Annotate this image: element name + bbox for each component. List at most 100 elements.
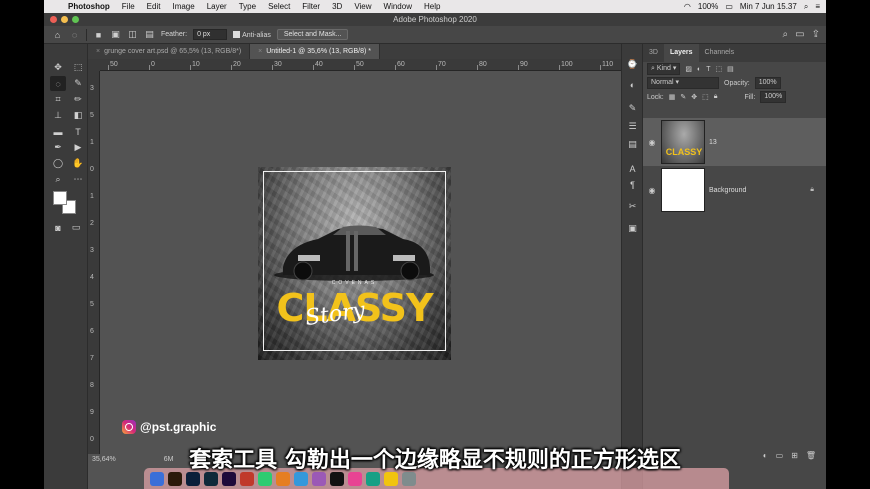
lock-position-icon[interactable]: ✥ (691, 93, 697, 101)
filter-smart-icon[interactable]: ▤ (727, 65, 734, 73)
path-select-tool-icon[interactable]: ▶ (70, 140, 86, 155)
menu-window[interactable]: Window (378, 2, 418, 11)
lasso-tool-icon[interactable]: ◌ (50, 76, 66, 91)
visibility-eye-icon[interactable]: ◉ (645, 186, 659, 195)
lock-pixels-icon[interactable]: ▦ (669, 93, 676, 101)
menu-3d[interactable]: 3D (326, 2, 348, 11)
filter-shape-icon[interactable]: ⬚ (716, 65, 723, 73)
filter-adjust-icon[interactable]: ◐ (697, 66, 701, 73)
ruler-v-label: 1 (90, 193, 94, 200)
fill-input[interactable]: 100% (760, 91, 787, 103)
blend-row: Normal ▾ Opacity: 100% (643, 76, 826, 90)
search-icon[interactable]: ⌕ (804, 2, 808, 12)
swatches-icon[interactable]: ▣ (626, 222, 639, 235)
lock-label: Lock: (647, 93, 664, 101)
clock[interactable]: Min 7 Jun 15.37 (740, 2, 797, 11)
instagram-icon (122, 420, 136, 434)
tab-channels[interactable]: Channels (699, 44, 741, 62)
foreground-color-swatch[interactable] (53, 191, 67, 205)
feather-input[interactable]: 0 px (193, 29, 228, 40)
layer-kind-filter[interactable]: ⌕ Kind ▾ (647, 63, 681, 75)
gradient-tool-icon[interactable]: ▬ (50, 124, 66, 139)
properties-icon[interactable]: ☰ (626, 120, 639, 133)
tools-panel: ✥ ⬚ ◌ ✎ ⌗ ✏ ⊥ ◧ ▬ T ✒ ▶ ◯ ✋ ⌕ ⋯ ◙ ▭ (44, 44, 88, 489)
workspace-icon[interactable]: ▭ (795, 29, 804, 40)
close-tab-icon[interactable]: × (96, 48, 100, 55)
filter-pixel-icon[interactable]: ▨ (685, 65, 692, 73)
marquee-tool-icon[interactable]: ⬚ (70, 60, 86, 75)
layer-row-background[interactable]: ◉ Background 🔒︎ (643, 166, 826, 214)
add-selection-icon[interactable]: ▣ (110, 29, 121, 40)
menu-edit[interactable]: Edit (141, 2, 167, 11)
tab-3d[interactable]: 3D (643, 44, 664, 62)
menu-view[interactable]: View (348, 2, 377, 11)
lock-paint-icon[interactable]: ✎ (680, 93, 686, 101)
visibility-eye-icon[interactable]: ◉ (645, 138, 659, 147)
new-selection-icon[interactable]: ■ (93, 29, 104, 40)
search-icon[interactable]: ⌕ (783, 29, 789, 40)
horizontal-ruler[interactable]: 500102030405060708090100110120 (100, 59, 658, 71)
share-icon[interactable]: ⇪ (812, 29, 820, 40)
subtract-selection-icon[interactable]: ◫ (127, 29, 138, 40)
battery-icon[interactable]: ▭ (725, 2, 733, 11)
history-icon[interactable]: ⌚ (626, 58, 639, 71)
vertical-ruler[interactable]: 35101234567890 (88, 71, 100, 454)
zoom-tool-icon[interactable]: ⌕ (50, 172, 66, 187)
minimize-window-icon[interactable] (61, 16, 68, 23)
menu-type[interactable]: Type (233, 2, 262, 11)
shape-tool-icon[interactable]: ◯ (50, 156, 66, 171)
opacity-input[interactable]: 100% (754, 77, 781, 89)
zoom-window-icon[interactable] (72, 16, 79, 23)
menu-file[interactable]: File (116, 2, 141, 11)
pen-tool-icon[interactable]: ✒ (50, 140, 66, 155)
tab-untitled-1[interactable]: × Untitled-1 @ 35,6% (13, RGB/8) * (250, 44, 381, 59)
hand-tool-icon[interactable]: ✋ (70, 156, 86, 171)
tab-layers[interactable]: Layers (663, 44, 699, 62)
menu-select[interactable]: Select (262, 2, 296, 11)
menu-filter[interactable]: Filter (296, 2, 326, 11)
close-window-icon[interactable] (50, 16, 57, 23)
adjustments-icon[interactable]: ◐ (626, 78, 639, 91)
anti-alias-checkbox[interactable]: Anti-alias (233, 30, 271, 39)
home-icon[interactable]: ⌂ (52, 29, 63, 40)
quick-select-tool-icon[interactable]: ✎ (70, 76, 86, 91)
control-center-icon[interactable]: ≡ (815, 2, 820, 11)
move-tool-icon[interactable]: ✥ (50, 60, 66, 75)
tools-preset-icon[interactable]: ✂ (626, 200, 639, 213)
document-canvas[interactable]: COVENAS CLASSY Story (258, 167, 451, 360)
crop-tool-icon[interactable]: ⌗ (50, 92, 66, 107)
menu-help[interactable]: Help (418, 2, 446, 11)
layer-name[interactable]: 13 (709, 139, 717, 146)
brush-settings-icon[interactable]: ✎ (626, 102, 639, 115)
libraries-icon[interactable]: ▤ (626, 138, 639, 151)
lock-icon[interactable]: 🔒︎ (810, 186, 814, 194)
quick-mask-icon[interactable]: ◙ (50, 220, 66, 235)
lock-artboard-icon[interactable]: ⬚ (702, 93, 709, 101)
menu-image[interactable]: Image (166, 2, 200, 11)
paragraph-icon[interactable]: ¶ (626, 178, 639, 191)
menu-layer[interactable]: Layer (201, 2, 233, 11)
filter-type-icon[interactable]: T (706, 66, 710, 73)
select-and-mask-button[interactable]: Select and Mask... (276, 29, 349, 40)
ruler-h-label: 90 (520, 61, 528, 68)
intersect-selection-icon[interactable]: ▤ (144, 29, 155, 40)
ruler-h-tick (600, 65, 601, 70)
lock-all-icon[interactable]: 🔒︎ (714, 93, 718, 101)
layer-name[interactable]: Background (709, 187, 746, 194)
type-tool-icon[interactable]: T (70, 124, 86, 139)
character-icon[interactable]: A (626, 162, 639, 175)
screen-mode-icon[interactable]: ▭ (68, 220, 84, 235)
stamp-tool-icon[interactable]: ⊥ (50, 108, 66, 123)
tab-grunge-cover[interactable]: × grunge cover art.psd @ 65,5% (13, RGB/8… (88, 44, 251, 59)
ruler-h-tick (395, 65, 396, 70)
blend-mode-select[interactable]: Normal ▾ (647, 77, 719, 89)
brush-tool-icon[interactable]: ✏ (70, 92, 86, 107)
more-tools-icon[interactable]: ⋯ (70, 172, 86, 187)
layer-row-13[interactable]: ◉ CLASSY 13 (643, 118, 826, 166)
battery-percent[interactable]: 100% (698, 2, 718, 11)
close-tab-icon[interactable]: × (258, 48, 262, 55)
menu-app-name[interactable]: Photoshop (62, 2, 116, 11)
lasso-preset-icon[interactable]: ◌ (69, 29, 80, 40)
eraser-tool-icon[interactable]: ◧ (70, 108, 86, 123)
wifi-icon[interactable]: ◠ (684, 2, 691, 11)
